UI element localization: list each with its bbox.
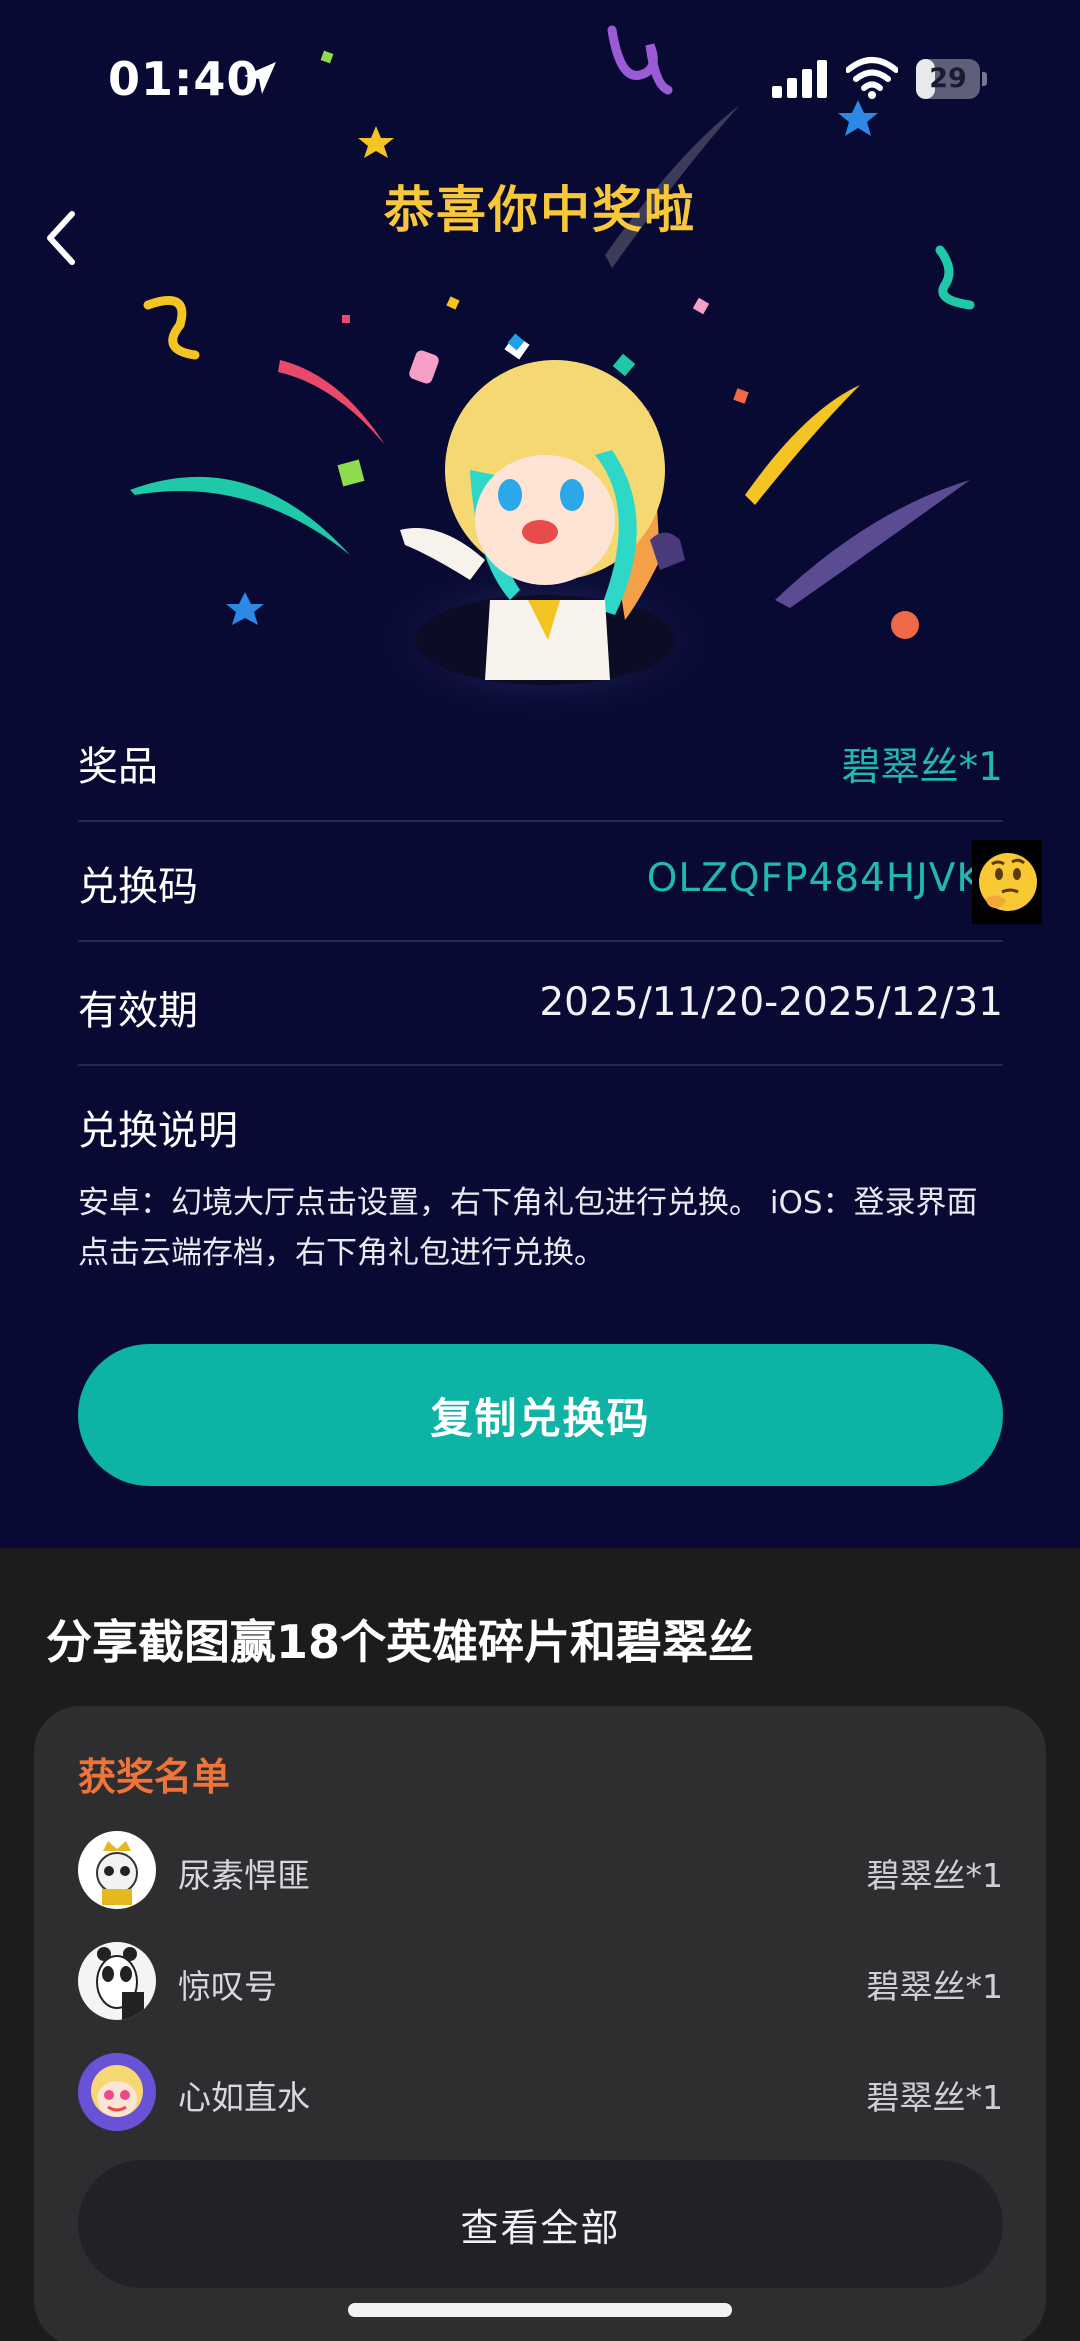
share-title: 分享截图赢18个英雄碎片和碧翠丝	[46, 1615, 755, 1669]
winners-title: 获奖名单	[78, 1755, 231, 1799]
prize-label: 奖品	[78, 744, 158, 790]
winner-name: 心如直水	[178, 2078, 310, 2117]
instructions-title: 兑换说明	[78, 1108, 238, 1154]
avatar	[78, 2053, 156, 2131]
celebration-illustration	[130, 25, 975, 730]
winner-prize: 碧翠丝*1	[866, 1967, 1004, 2006]
winner-prize: 碧翠丝*1	[866, 2078, 1004, 2117]
validity-label: 有效期	[78, 988, 198, 1034]
home-indicator[interactable]	[348, 2303, 732, 2317]
avatar	[78, 1942, 156, 2020]
winner-name: 惊叹号	[178, 1967, 277, 2006]
redeem-code-label: 兑换码	[78, 864, 198, 910]
thinking-emoji-icon	[979, 853, 1037, 911]
copy-code-button[interactable]: 复制兑换码	[78, 1344, 1003, 1486]
instructions-text: 安卓：幻境大厅点击设置，右下角礼包进行兑换。 iOS：登录界面点击云端存档，右下…	[78, 1185, 978, 1271]
validity-row: 有效期 2025/11/20-2025/12/31	[78, 946, 1003, 1066]
redeem-code-value[interactable]: OLZQFP484HJVK	[647, 856, 983, 901]
winners-card: 获奖名单 尿素悍匪 碧翠丝*1 惊叹号 碧翠丝*1 心如直水 碧翠丝*1 查看全…	[34, 1706, 1046, 2341]
prize-value: 碧翠丝*1	[841, 745, 1003, 790]
winner-row: 心如直水 碧翠丝*1	[78, 2053, 1003, 2133]
page-title: 恭喜你中奖啦	[384, 181, 696, 239]
winner-row: 尿素悍匪 碧翠丝*1	[78, 1831, 1003, 1911]
prize-row: 奖品 碧翠丝*1	[78, 702, 1003, 822]
winner-prize: 碧翠丝*1	[866, 1856, 1004, 1895]
winner-name: 尿素悍匪	[178, 1856, 310, 1895]
winner-row: 惊叹号 碧翠丝*1	[78, 1942, 1003, 2022]
view-all-button[interactable]: 查看全部	[78, 2160, 1003, 2288]
prize-result-panel: 01:40 29 恭喜你中奖啦 奖品 碧翠丝*1 兑换码 OLZQFP484HJ…	[0, 0, 1080, 1548]
redeem-code-row: 兑换码 OLZQFP484HJVK	[78, 822, 1003, 942]
avatar	[78, 1831, 156, 1909]
validity-value: 2025/11/20-2025/12/31	[539, 980, 1003, 1025]
